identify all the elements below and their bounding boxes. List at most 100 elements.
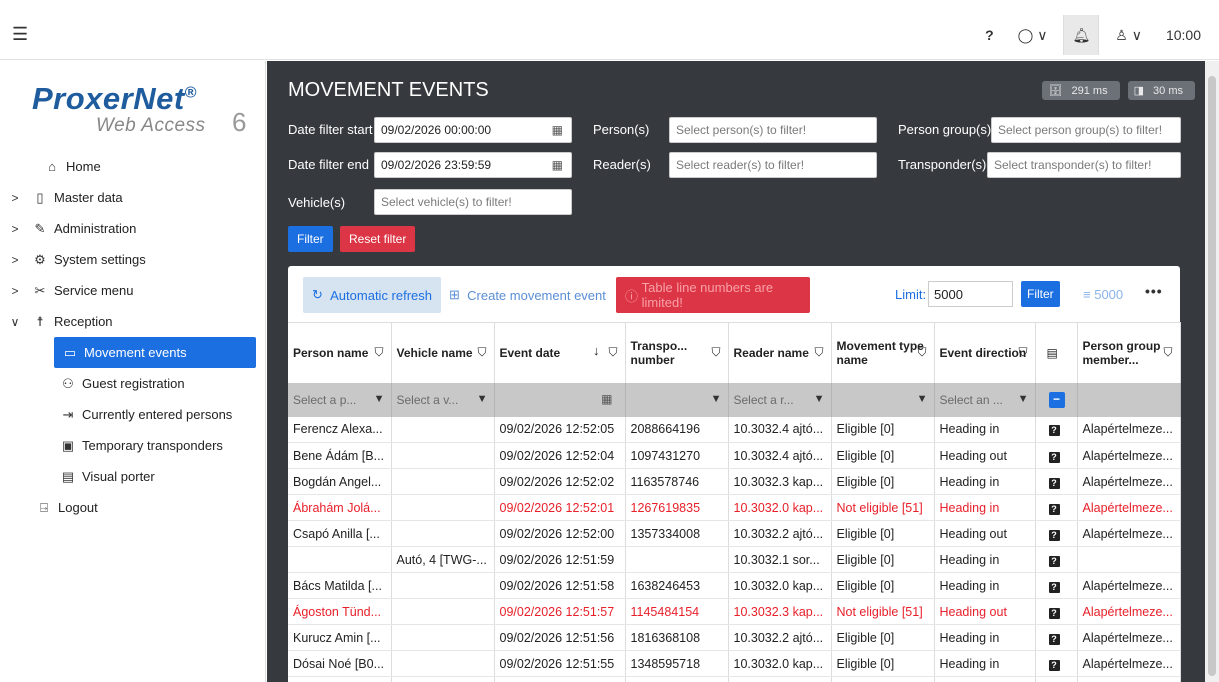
table-row[interactable]: Csapó Anilla [... 09/02/2026 12:52:00 1357… bbox=[288, 520, 1181, 547]
main-scrollbar[interactable] bbox=[1205, 61, 1219, 682]
table-row[interactable]: Bács Matilda [... 09/02/2026 12:51:58 1638… bbox=[288, 572, 1181, 599]
table-row[interactable]: Barna Jusztin... 09/02/2026 12:51:5420283… bbox=[288, 676, 1181, 682]
transponder-filter-input[interactable]: Select transponder(s) to filter! bbox=[987, 152, 1181, 178]
column-header[interactable]: Transpo... number ⛉ bbox=[625, 322, 729, 383]
sidebar-item-label: Guest registration bbox=[82, 376, 185, 391]
sidebar-item-label: Service menu bbox=[54, 283, 134, 298]
calendar-icon[interactable]: ▦ bbox=[552, 158, 563, 172]
date-cell: 09/02/2026 12:52:01 bbox=[494, 494, 626, 521]
vehicle-cell bbox=[391, 598, 495, 625]
guest-icon: ⚇ bbox=[62, 375, 74, 391]
transponder-column-filter[interactable]: ▼ bbox=[625, 382, 729, 417]
scrollbar-thumb[interactable] bbox=[1208, 76, 1216, 676]
filter-icon[interactable]: ⛉ bbox=[1163, 345, 1172, 359]
question-icon[interactable]: ? bbox=[1048, 633, 1060, 645]
table-row[interactable]: Kurucz Amin [... 09/02/2026 12:51:56 18163… bbox=[288, 624, 1181, 651]
sidebar-item-label: Temporary transponders bbox=[82, 438, 223, 453]
sidebar-item-guest-registration[interactable]: ⚇ Guest registration bbox=[0, 368, 266, 399]
question-icon[interactable]: ? bbox=[1048, 425, 1060, 437]
table-row[interactable]: Ágoston Tünd... 09/02/2026 12:51:57 114548… bbox=[288, 598, 1181, 625]
column-picker-icon[interactable]: ▤ bbox=[1047, 346, 1058, 360]
filter-icon[interactable]: ⛉ bbox=[477, 345, 486, 359]
table-row[interactable]: Dósai Noé [B0... 09/02/2026 12:51:55 13485… bbox=[288, 650, 1181, 677]
table-row[interactable]: Ábrahám Jolá... 09/02/2026 12:52:01 126761… bbox=[288, 494, 1181, 521]
vehicle-column-filter[interactable]: Select a v... ▼ bbox=[391, 382, 495, 417]
sidebar-item-administration[interactable]: > ✎ Administration bbox=[0, 213, 266, 244]
column-header[interactable]: Reader name ⛉ bbox=[728, 322, 832, 383]
column-header[interactable]: ▤ bbox=[1035, 322, 1078, 383]
limit-input[interactable]: 5000 bbox=[928, 281, 1013, 307]
date-start-input[interactable]: 09/02/2026 00:00:00 ▦ bbox=[374, 117, 572, 143]
chat-button[interactable]: ◯ ∨ bbox=[1006, 10, 1060, 60]
column-header[interactable]: Event direction ⛉ bbox=[934, 322, 1036, 383]
filter-icon[interactable]: ⛉ bbox=[1018, 345, 1027, 359]
column-header[interactable]: Person name ⛉ bbox=[288, 322, 392, 383]
group-cell: Alapértelmeze... bbox=[1077, 494, 1181, 521]
sort-down-icon[interactable]: ↓ bbox=[593, 344, 600, 358]
calendar-icon[interactable]: ▦ bbox=[552, 123, 563, 137]
question-icon[interactable]: ? bbox=[1048, 607, 1060, 619]
question-icon[interactable]: ? bbox=[1048, 451, 1060, 463]
sidebar-item-service-menu[interactable]: > ✂ Service menu bbox=[0, 275, 266, 306]
filter-icon[interactable]: ⛉ bbox=[608, 345, 617, 359]
sidebar-item-visual-porter[interactable]: ▤ Visual porter bbox=[0, 461, 266, 492]
person-group-filter-input[interactable]: Select person group(s) to filter! bbox=[991, 117, 1181, 143]
hamburger-icon[interactable]: ☰ bbox=[12, 24, 28, 45]
select-all-checkbox[interactable]: − bbox=[1048, 391, 1065, 408]
direction-column-filter[interactable]: Select an ... ▼ bbox=[934, 382, 1036, 417]
date-column-filter[interactable]: ▦ bbox=[494, 382, 626, 417]
movement-column-filter[interactable]: ▼ bbox=[831, 382, 935, 417]
column-header[interactable]: Movement type name ⛉ bbox=[831, 322, 935, 383]
filter-icon[interactable]: ⛉ bbox=[711, 345, 720, 359]
direction-cell: Heading in bbox=[934, 624, 1036, 651]
reset-filter-button[interactable]: Reset filter bbox=[340, 226, 416, 252]
sidebar-item-system-settings[interactable]: > ⚙ System settings bbox=[0, 244, 266, 275]
table-row[interactable]: Autó, 4 [TWG-... 09/02/2026 12:51:59 10.30… bbox=[288, 546, 1181, 573]
person-cell: Dósai Noé [B0... bbox=[288, 650, 392, 677]
limit-filter-button[interactable]: Filter bbox=[1021, 281, 1060, 307]
person-filter-input[interactable]: Select person(s) to filter! bbox=[669, 117, 877, 143]
table-row[interactable]: Ferencz Alexa... 09/02/2026 12:52:05 20886… bbox=[288, 416, 1181, 443]
sidebar-item-master-data[interactable]: > ▯ Master data bbox=[0, 182, 266, 213]
reader-column-filter[interactable]: Select a r... ▼ bbox=[728, 382, 832, 417]
question-icon[interactable]: ? bbox=[1048, 529, 1060, 541]
sidebar-item-reception[interactable]: ∨ ☨ Reception bbox=[0, 306, 266, 337]
column-header[interactable]: Person group member... ⛉ bbox=[1077, 322, 1181, 383]
sidebar-item-temporary-transponders[interactable]: ▣ Temporary transponders bbox=[0, 430, 266, 461]
notifications-button[interactable]: 🔔︎ bbox=[1063, 15, 1100, 55]
more-options-button[interactable]: ••• bbox=[1145, 283, 1163, 299]
transponder-cell: 1816368108 bbox=[625, 624, 729, 651]
date-end-input[interactable]: 09/02/2026 23:59:59 ▦ bbox=[374, 152, 572, 178]
chevron-down-icon: ▼ bbox=[1017, 392, 1029, 405]
user-menu-button[interactable]: ♙ ∨ bbox=[1103, 10, 1154, 60]
person-cell: Bogdán Angel... bbox=[288, 468, 392, 495]
table-row[interactable]: Bene Ádám [B... 09/02/2026 12:52:04 109743… bbox=[288, 442, 1181, 469]
person-column-filter[interactable]: Select a p... ▼ bbox=[288, 382, 392, 417]
group-column-filter[interactable] bbox=[1077, 382, 1181, 417]
create-movement-event-button[interactable]: ⊞ Create movement event bbox=[440, 277, 615, 313]
column-header[interactable]: Event date ↓ ⛉ bbox=[494, 322, 626, 383]
sidebar-item-home[interactable]: ⌂ Home bbox=[0, 151, 266, 182]
question-icon[interactable]: ? bbox=[1048, 659, 1060, 671]
sidebar-item-logout[interactable]: ⍈ Logout bbox=[0, 492, 266, 523]
chevron-down-icon: ∨ bbox=[1037, 26, 1048, 43]
filter-icon[interactable]: ⛉ bbox=[917, 345, 926, 359]
direction-cell: Heading in bbox=[934, 494, 1036, 521]
automatic-refresh-button[interactable]: ↻ Automatic refresh bbox=[303, 277, 442, 313]
question-icon[interactable]: ? bbox=[1048, 555, 1060, 567]
column-header[interactable]: Vehicle name ⛉ bbox=[391, 322, 495, 383]
question-icon[interactable]: ? bbox=[1048, 477, 1060, 489]
question-icon[interactable]: ? bbox=[1048, 503, 1060, 515]
sidebar-item-movement-events[interactable]: ▭ Movement events bbox=[54, 337, 256, 368]
vehicle-filter-input[interactable]: Select vehicle(s) to filter! bbox=[374, 189, 572, 215]
person-cell: Csapó Anilla [... bbox=[288, 520, 392, 547]
table-row[interactable]: Bogdán Angel... 09/02/2026 12:52:02 116357… bbox=[288, 468, 1181, 495]
sidebar-item-currently-entered-persons[interactable]: ⇥ Currently entered persons bbox=[0, 399, 266, 430]
filter-icon[interactable]: ⛉ bbox=[374, 345, 383, 359]
filter-button[interactable]: Filter bbox=[288, 226, 333, 252]
date-cell: 09/02/2026 12:51:59 bbox=[494, 546, 626, 573]
help-button[interactable]: ? bbox=[973, 10, 1006, 60]
reader-filter-input[interactable]: Select reader(s) to filter! bbox=[669, 152, 877, 178]
question-icon[interactable]: ? bbox=[1048, 581, 1060, 593]
filter-icon[interactable]: ⛉ bbox=[814, 345, 823, 359]
